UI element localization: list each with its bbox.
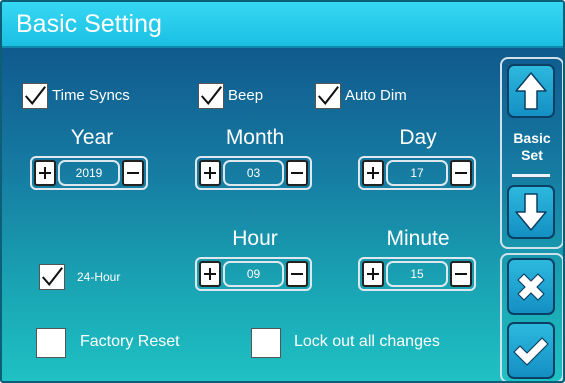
beep-label: Beep: [228, 87, 264, 104]
close-icon: [517, 272, 545, 301]
arrow-up-icon: [515, 72, 547, 110]
plus-icon: [367, 268, 379, 280]
factory-reset-label: Factory Reset: [80, 333, 180, 350]
beep-checkbox[interactable]: Beep: [198, 83, 263, 109]
24-hour-check-icon: [39, 264, 65, 290]
minus-icon: [127, 172, 139, 174]
year-label: Year: [70, 126, 114, 149]
year-minus-button[interactable]: [122, 160, 144, 186]
year-value: 2019: [58, 160, 120, 186]
day-plus-button[interactable]: [362, 160, 384, 186]
cancel-button[interactable]: [507, 258, 555, 315]
minute-label: Minute: [386, 227, 450, 250]
hour-label: Hour: [232, 227, 278, 250]
auto-dim-check-icon: [315, 83, 341, 109]
auto-dim-label: Auto Dim: [345, 87, 407, 104]
minute-plus-button[interactable]: [362, 261, 384, 287]
hour-minus-button[interactable]: [286, 261, 308, 287]
time-syncs-label: Time Syncs: [52, 87, 130, 104]
month-label: Month: [225, 126, 285, 149]
minute-minus-button[interactable]: [450, 261, 472, 287]
basic-setting-screen: Basic Setting Time Syncs Beep Auto Dim Y…: [0, 0, 565, 383]
month-value: 03: [223, 160, 284, 186]
24-hour-label: 24-Hour: [77, 270, 121, 284]
title-bar: Basic Setting: [2, 2, 563, 48]
hour-plus-button[interactable]: [199, 261, 221, 287]
month-stepper: 03: [195, 156, 312, 190]
page-title: Basic Setting: [16, 10, 162, 38]
plus-icon: [39, 167, 51, 179]
hour-value: 09: [223, 261, 284, 287]
lock-out-checkbox[interactable]: [251, 328, 281, 358]
minute-value: 15: [386, 261, 448, 287]
basic-set-label: Basic Set: [513, 130, 551, 163]
beep-check-icon: [198, 83, 224, 109]
year-plus-button[interactable]: [34, 160, 56, 186]
year-stepper: 2019: [30, 156, 148, 190]
plus-icon: [204, 167, 216, 179]
minus-icon: [455, 273, 467, 275]
day-label: Day: [399, 126, 437, 149]
day-value: 17: [386, 160, 448, 186]
plus-icon: [367, 167, 379, 179]
month-minus-button[interactable]: [286, 160, 308, 186]
time-syncs-check-icon: [22, 83, 48, 109]
day-stepper: 17: [358, 156, 476, 190]
arrow-down-icon: [515, 193, 547, 231]
page-down-button[interactable]: [507, 185, 555, 239]
hour-stepper: 09: [195, 257, 312, 291]
minus-icon: [291, 172, 303, 174]
day-minus-button[interactable]: [450, 160, 472, 186]
auto-dim-checkbox[interactable]: Auto Dim: [315, 83, 407, 109]
plus-icon: [204, 268, 216, 280]
minute-stepper: 15: [358, 257, 476, 291]
page-indicator: [512, 174, 550, 178]
minus-icon: [291, 273, 303, 275]
lock-out-label: Lock out all changes: [294, 333, 440, 350]
confirm-button[interactable]: [507, 322, 555, 379]
factory-reset-checkbox[interactable]: [36, 328, 66, 358]
checkmark-icon: [513, 336, 549, 366]
24-hour-checkbox[interactable]: 24-Hour: [39, 264, 120, 290]
minus-icon: [455, 172, 467, 174]
time-syncs-checkbox[interactable]: Time Syncs: [22, 83, 130, 109]
page-up-button[interactable]: [507, 64, 555, 118]
month-plus-button[interactable]: [199, 160, 221, 186]
